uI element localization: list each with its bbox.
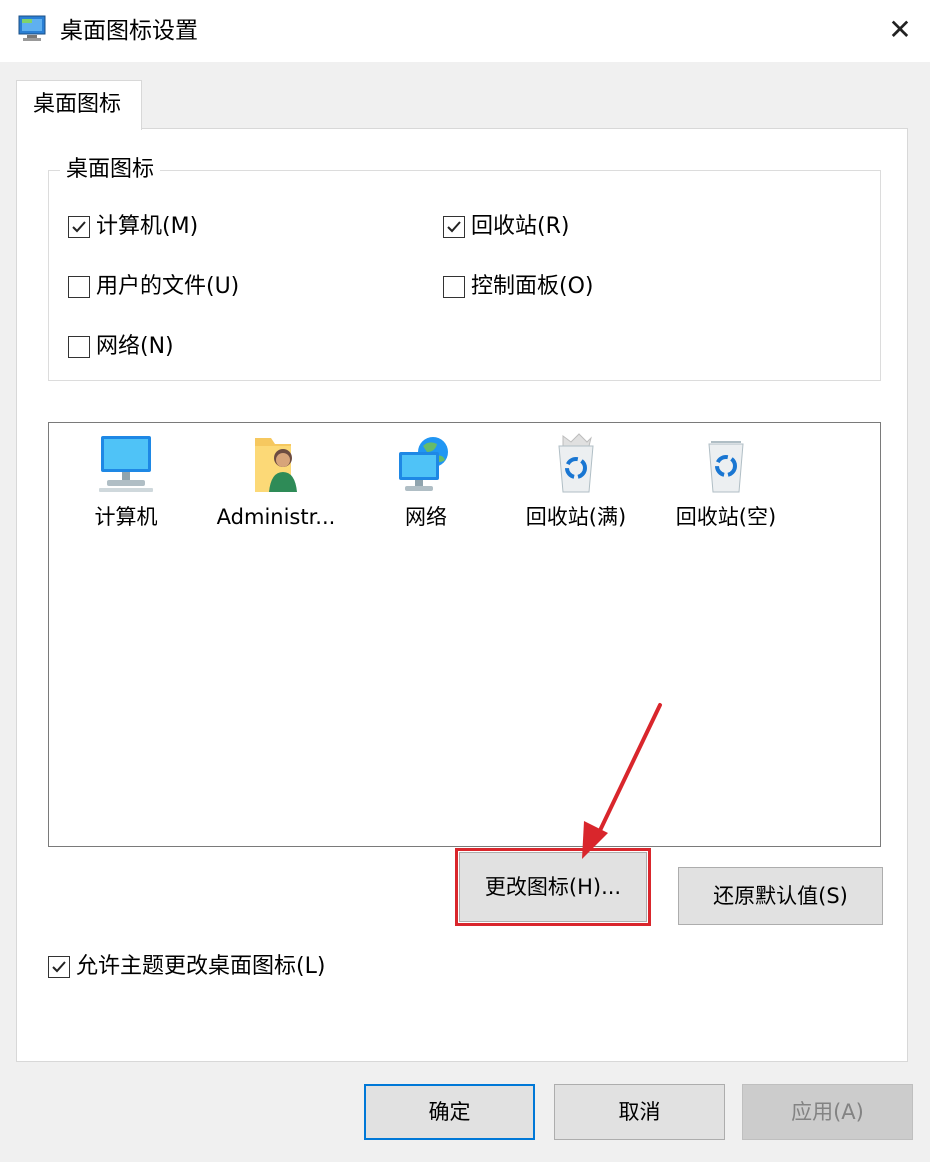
icon-label: 网络 — [405, 505, 447, 529]
window-title: 桌面图标设置 — [60, 18, 198, 44]
icon-label: 回收站(空) — [675, 505, 777, 529]
tab-desktop-icons[interactable]: 桌面图标 — [16, 80, 142, 130]
annotation-arrow-icon — [582, 703, 662, 859]
checkbox-computer[interactable]: 计算机(M) — [68, 211, 198, 243]
close-icon: ✕ — [888, 13, 912, 46]
checkmark-icon — [52, 961, 66, 973]
checkbox-box[interactable] — [68, 336, 90, 358]
icon-item-recycle-bin-empty[interactable]: 回收站(空) — [651, 432, 801, 532]
checkbox-box[interactable] — [68, 216, 90, 238]
title-bar: 桌面图标设置 ✕ — [0, 0, 930, 62]
user-folder-icon — [255, 438, 297, 492]
checkbox-label: 允许主题更改桌面图标(L) — [76, 954, 326, 979]
checkbox-label: 网络(N) — [96, 334, 174, 359]
icon-label: Administr... — [216, 505, 336, 529]
icon-item-user-files[interactable]: Administr... — [201, 432, 351, 532]
group-title: 桌面图标 — [60, 153, 161, 187]
recycle-bin-full-icon — [558, 433, 594, 493]
ok-button-label: 确定 — [428, 1100, 471, 1124]
icon-item-network[interactable]: 网络 — [351, 432, 501, 532]
checkbox-box[interactable] — [443, 276, 465, 298]
checkbox-box[interactable] — [48, 956, 70, 978]
checkbox-label: 回收站(R) — [471, 214, 570, 239]
computer-monitor-icon — [99, 436, 153, 492]
restore-default-button-label: 还原默认值(S) — [713, 884, 848, 908]
checkmark-icon — [72, 221, 86, 233]
restore-default-button[interactable]: 还原默认值(S) — [678, 867, 883, 925]
checkbox-allow-theme[interactable]: 允许主题更改桌面图标(L) — [48, 951, 325, 983]
cancel-button-label: 取消 — [618, 1100, 661, 1124]
network-globe-icon — [399, 437, 448, 491]
ok-button[interactable]: 确定 — [364, 1084, 535, 1140]
icon-item-computer[interactable]: 计算机 — [51, 432, 201, 532]
apply-button: 应用(A) — [742, 1084, 913, 1140]
checkbox-box[interactable] — [443, 216, 465, 238]
close-button[interactable]: ✕ — [884, 12, 916, 48]
recycle-bin-empty-icon — [708, 441, 744, 493]
checkbox-label: 控制面板(O) — [471, 274, 594, 299]
checkbox-recycle-bin[interactable]: 回收站(R) — [443, 211, 569, 243]
cancel-button[interactable]: 取消 — [554, 1084, 725, 1140]
checkbox-control-panel[interactable]: 控制面板(O) — [443, 271, 593, 303]
icon-label: 计算机 — [94, 505, 158, 529]
checkmark-icon — [447, 221, 461, 233]
icon-item-recycle-bin-full[interactable]: 回收站(满) — [501, 432, 651, 532]
checkbox-box[interactable] — [68, 276, 90, 298]
apply-button-label: 应用(A) — [791, 1100, 864, 1124]
checkbox-label: 计算机(M) — [96, 214, 199, 239]
checkbox-network[interactable]: 网络(N) — [68, 331, 174, 363]
tab-label: 桌面图标 — [33, 92, 122, 117]
icon-label: 回收站(满) — [525, 505, 627, 529]
checkbox-label: 用户的文件(U) — [96, 274, 240, 299]
desktop-settings-icon — [18, 15, 46, 41]
checkbox-user-files[interactable]: 用户的文件(U) — [68, 271, 239, 303]
